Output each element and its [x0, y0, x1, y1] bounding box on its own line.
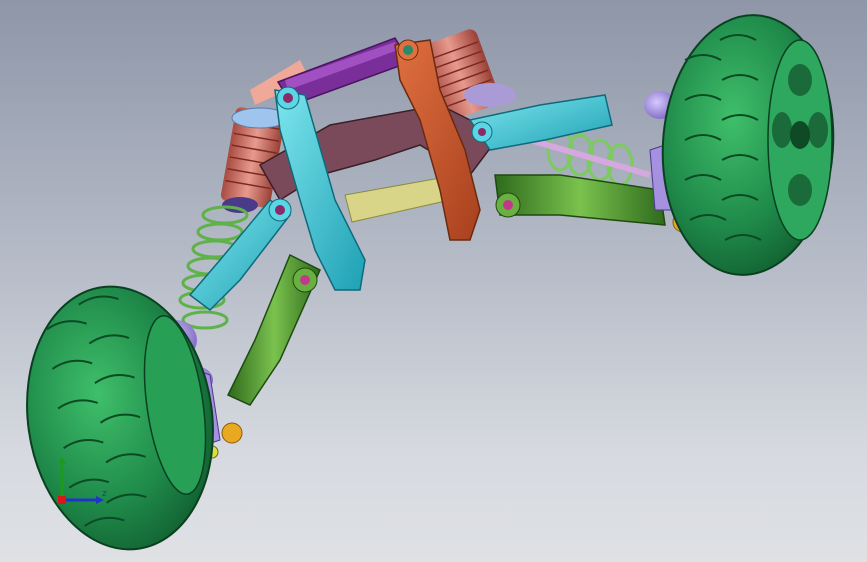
axis-triad: z	[50, 456, 120, 508]
z-axis-label: z	[102, 489, 107, 499]
suspension-model[interactable]	[0, 0, 867, 562]
cross-bar	[344, 177, 451, 223]
right-tire	[661, 14, 835, 276]
x-axis-arrow	[58, 496, 66, 504]
cad-viewport[interactable]: z	[0, 0, 867, 562]
right-lower-arm	[494, 174, 666, 226]
triad-arrows	[58, 457, 104, 504]
left-tire	[26, 285, 214, 551]
